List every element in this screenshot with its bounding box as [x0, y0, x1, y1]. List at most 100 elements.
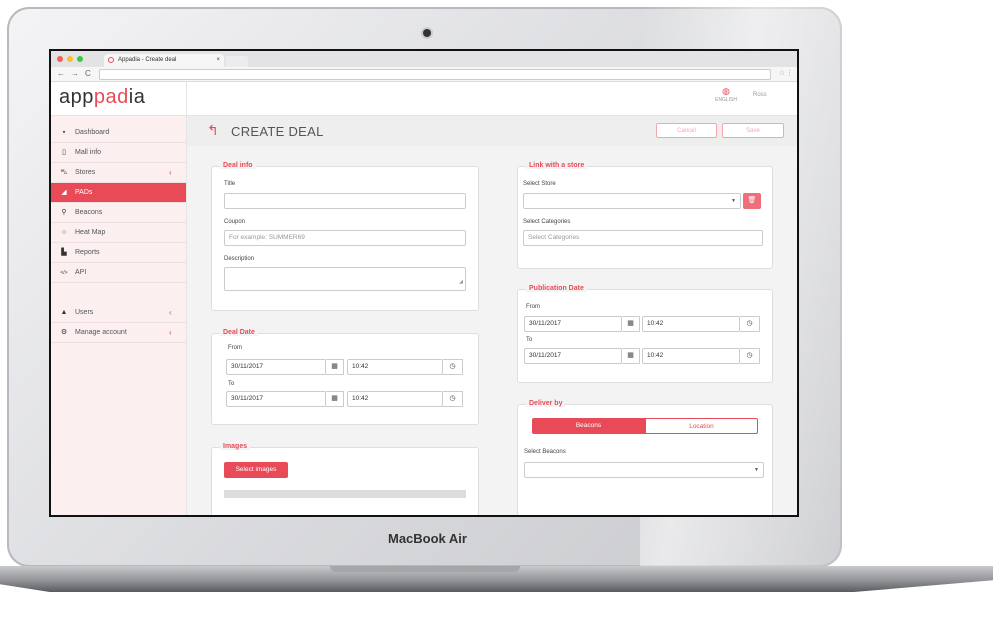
link-store-section: Link with a store Select Store ▼ 🗑 Selec…	[517, 162, 773, 269]
browser-tab[interactable]: Appadia - Create deal ×	[104, 54, 224, 67]
calendar-icon[interactable]: ▦	[622, 348, 640, 364]
language-selector[interactable]: ◍ ENGLISH	[711, 86, 741, 103]
sidebar-item-label: Users	[75, 309, 94, 316]
logo-part-pad: pad	[93, 86, 129, 108]
from-label: From	[526, 304, 540, 310]
clock-icon[interactable]: ◷	[740, 316, 760, 332]
chevron-left-icon: ‹	[169, 308, 172, 317]
close-window-icon[interactable]	[57, 56, 63, 62]
categories-input[interactable]: Select Categories	[523, 230, 763, 246]
forward-arrow-icon[interactable]: →	[71, 67, 79, 81]
address-bar[interactable]	[99, 69, 771, 80]
select-beacons-label: Select Beacons	[524, 449, 566, 455]
laptop-notch	[330, 566, 520, 572]
images-dropzone[interactable]	[224, 490, 466, 498]
browser-nav-bar: ← → C ☆ ⋮	[51, 67, 797, 82]
logo-part-app: app	[59, 86, 94, 108]
tab-close-icon[interactable]: ×	[216, 54, 220, 67]
deliver-location-toggle[interactable]: Location	[645, 418, 758, 434]
sidebar-item-mall-info[interactable]: ▯ Mall info	[51, 143, 186, 163]
to-label: To	[228, 381, 235, 387]
sidebar-item-reports[interactable]: ▙ Reports	[51, 243, 186, 263]
from-time-input[interactable]: 10:42	[347, 359, 443, 375]
calendar-icon[interactable]: ▦	[326, 359, 344, 375]
globe-icon: ◍	[722, 86, 730, 96]
sidebar-item-pads[interactable]: ◢ PADs	[51, 183, 186, 203]
to-date-input[interactable]: 30/11/2017	[226, 391, 326, 407]
select-categories-label: Select Categories	[523, 219, 571, 225]
clock-icon[interactable]: ◷	[740, 348, 760, 364]
trash-icon[interactable]: 🗑	[743, 193, 761, 209]
new-tab-button[interactable]	[226, 56, 248, 67]
page-title: CREATE DEAL	[231, 124, 324, 139]
appadia-favicon-icon	[108, 57, 114, 63]
laptop-screen: Appadia - Create deal × ← → C ☆ ⋮ apppad…	[49, 49, 799, 517]
clock-icon[interactable]: ◷	[443, 391, 463, 407]
calendar-icon[interactable]: ▦	[622, 316, 640, 332]
sidebar-item-api[interactable]: </> API	[51, 263, 186, 283]
code-icon: </>	[60, 270, 68, 276]
language-label: ENGLISH	[715, 97, 737, 103]
user-menu[interactable]: Ross	[753, 92, 767, 98]
sidebar-item-label: Mall info	[75, 149, 102, 156]
back-arrow-icon[interactable]: ←	[57, 67, 65, 81]
deliver-by-section: Deliver by Beacons Location Select Beaco…	[517, 400, 773, 515]
maximize-window-icon[interactable]	[77, 56, 83, 62]
store-select[interactable]: ▼	[523, 193, 741, 209]
appadia-logo[interactable]: apppadia	[59, 86, 145, 109]
camera-icon	[423, 29, 431, 37]
sidebar-item-dashboard[interactable]: ▪ Dashboard	[51, 123, 186, 143]
bookmark-star-icon[interactable]: ☆	[779, 67, 785, 81]
browser-menu-icon[interactable]: ⋮	[786, 67, 793, 81]
calendar-icon[interactable]: ▦	[326, 391, 344, 407]
sidebar-item-label: Reports	[75, 249, 100, 256]
from-date-input[interactable]: 30/11/2017	[226, 359, 326, 375]
chevron-left-icon: ‹	[169, 168, 172, 177]
to-date-input[interactable]: 30/11/2017	[524, 348, 622, 364]
deal-info-section: Deal info Title Coupon For example: SUMM…	[211, 162, 479, 311]
to-time-input[interactable]: 10:42	[347, 391, 443, 407]
title-input[interactable]	[224, 193, 466, 209]
section-legend: Deliver by	[526, 400, 566, 407]
deliver-beacons-toggle[interactable]: Beacons	[532, 418, 645, 434]
minimize-window-icon[interactable]	[67, 56, 73, 62]
resize-handle-icon[interactable]: ◢	[459, 275, 463, 289]
from-label: From	[228, 345, 242, 351]
sidebar-item-heat-map[interactable]: ○ Heat Map	[51, 223, 186, 243]
back-arrow-icon[interactable]: ↰	[207, 122, 219, 139]
sidebar-item-users[interactable]: ▲ Users ‹	[51, 303, 186, 323]
to-time-input[interactable]: 10:42	[642, 348, 740, 364]
clock-icon[interactable]: ◷	[443, 359, 463, 375]
from-time-input[interactable]: 10:42	[642, 316, 740, 332]
top-bar: apppadia ◍ ENGLISH Ross	[51, 82, 797, 116]
sidebar-item-label: Manage account	[75, 329, 127, 336]
user-name: Ross	[753, 92, 767, 98]
sidebar-item-label: PADs	[75, 189, 93, 196]
publication-date-section: Publication Date From 30/11/2017 ▦ 10:42…	[517, 285, 773, 383]
sidebar-item-stores[interactable]: ⛍ Stores ‹	[51, 163, 186, 183]
reload-icon[interactable]: C	[85, 67, 91, 81]
logo-part-ia: ia	[128, 86, 146, 108]
beacons-select[interactable]: ▼	[524, 462, 764, 478]
sidebar-item-label: Beacons	[75, 209, 103, 216]
select-images-button[interactable]: Select images	[224, 462, 288, 478]
sidebar-item-manage-account[interactable]: ⚙ Manage account ‹	[51, 323, 186, 343]
cancel-button[interactable]: Cancel	[656, 123, 717, 138]
description-label: Description	[224, 256, 255, 262]
megaphone-icon: ◢	[61, 189, 67, 196]
coupon-input[interactable]: For example: SUMMER69	[224, 230, 466, 246]
chevron-left-icon: ‹	[169, 328, 172, 337]
from-date-input[interactable]: 30/11/2017	[524, 316, 622, 332]
logo-divider	[186, 82, 187, 115]
save-button[interactable]: Save	[722, 123, 784, 138]
sidebar-item-label: Heat Map	[75, 229, 106, 236]
sidebar-item-label: Dashboard	[75, 129, 110, 136]
page-header: ↰ CREATE DEAL Cancel Save	[187, 116, 797, 146]
tab-title: Appadia - Create deal	[118, 57, 177, 63]
map-marker-icon: ⚲	[61, 209, 67, 216]
sidebar-item-beacons[interactable]: ⚲ Beacons	[51, 203, 186, 223]
section-legend: Images	[220, 443, 251, 450]
description-textarea[interactable]: ◢	[224, 267, 466, 291]
sidebar: ▪ Dashboard ▯ Mall info ⛍ Stores ‹ ◢ PAD…	[51, 116, 187, 515]
caret-down-icon: ▼	[731, 198, 736, 204]
